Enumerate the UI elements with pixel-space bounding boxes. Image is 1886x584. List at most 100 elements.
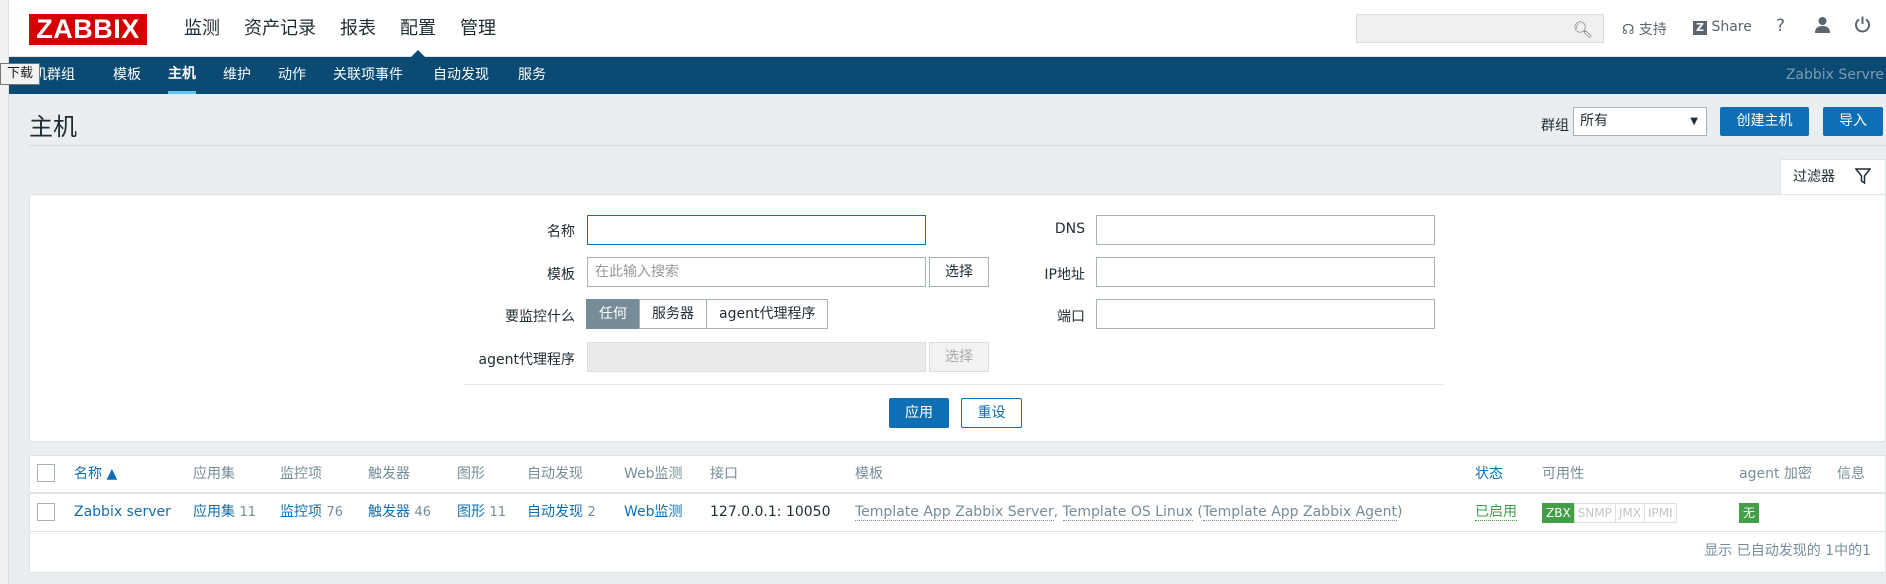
filter-tab-label: 过滤器 <box>1793 169 1835 185</box>
items-link[interactable]: 监控项 <box>280 504 322 520</box>
template-select-button[interactable]: 选择 <box>929 257 989 287</box>
monitor-what-toggle: 任何 服务器 agent代理程序 <box>586 299 829 329</box>
col-header-availability: 可用性 <box>1542 466 1584 482</box>
sub-menu-hosts[interactable]: 主机 <box>168 57 196 94</box>
group-label: 群组 <box>1541 118 1569 134</box>
col-header-apps: 应用集 <box>193 466 235 482</box>
availability-badges: ZBX SNMP JMX IPMI <box>1542 503 1677 523</box>
badge-snmp: SNMP <box>1573 503 1616 523</box>
logout-icon[interactable] <box>1854 16 1871 38</box>
group-select-value: 所有 <box>1580 113 1608 129</box>
support-label: 支持 <box>1638 22 1667 38</box>
row-divider <box>30 531 1885 532</box>
search-icon[interactable]: 🔍︎ <box>1573 20 1593 39</box>
proxy-select-button: 选择 <box>929 342 989 372</box>
main-menu-inventory[interactable]: 资产记录 <box>232 0 328 57</box>
triggers-link[interactable]: 触发器 <box>368 504 410 520</box>
monitor-option-proxy[interactable]: agent代理程序 <box>706 299 829 329</box>
filter-divider <box>464 384 1444 385</box>
port-label: 端口 <box>1057 309 1085 325</box>
support-link[interactable]: ☊ 支持 <box>1622 19 1667 39</box>
filter-panel <box>29 194 1886 442</box>
discovery-link[interactable]: 自动发现 <box>527 504 583 520</box>
col-header-templates: 模板 <box>855 466 883 482</box>
monitor-option-any[interactable]: 任何 <box>586 299 640 329</box>
monitor-option-server[interactable]: 服务器 <box>639 299 707 329</box>
discovery-cell: 自动发现 2 <box>527 494 596 531</box>
status-enabled-link[interactable]: 已启用 <box>1475 504 1517 521</box>
templates-cell: Template App Zabbix Server, Template OS … <box>855 494 1402 531</box>
encryption-badge: 无 <box>1739 503 1760 523</box>
triggers-cell: 触发器 46 <box>368 494 431 531</box>
share-link[interactable]: Z Share <box>1693 19 1752 35</box>
col-header-graphs: 图形 <box>457 466 485 482</box>
sub-menu-services[interactable]: 服务 <box>518 57 546 94</box>
port-input[interactable] <box>1096 299 1435 329</box>
ip-input[interactable] <box>1096 257 1435 287</box>
sub-menu-maintenance[interactable]: 维护 <box>223 57 251 94</box>
name-input[interactable] <box>587 215 926 245</box>
monitor-what-label: 要监控什么 <box>505 309 575 325</box>
template-link-os-linux[interactable]: Template OS Linux <box>1062 504 1193 521</box>
sub-menu-discovery[interactable]: 自动发现 <box>433 57 489 94</box>
hosts-table: 名称 ▲ 应用集 监控项 触发器 图形 自动发现 Web监测 接口 模板 状态 … <box>29 455 1886 573</box>
server-name: Zabbix Servre <box>1785 67 1884 83</box>
badge-jmx: JMX <box>1614 503 1645 523</box>
col-header-name[interactable]: 名称 ▲ <box>74 456 117 492</box>
download-tooltip: 下载 <box>0 63 40 85</box>
triggers-count: 46 <box>414 505 431 520</box>
dns-input[interactable] <box>1096 215 1435 245</box>
apps-cell: 应用集 11 <box>193 494 256 531</box>
select-all-checkbox[interactable] <box>37 464 55 482</box>
col-header-discovery: 自动发现 <box>527 466 583 482</box>
template-separator: , <box>1053 504 1063 520</box>
apps-link[interactable]: 应用集 <box>193 504 235 520</box>
template-search-input[interactable]: 在此输入搜索 <box>587 257 926 287</box>
top-header: ZABBIX 监测 资产记录 报表 配置 管理 🔍︎ ☊ 支持 Z Share … <box>0 0 1886 58</box>
ip-label: IP地址 <box>1044 267 1085 283</box>
interface-cell: 127.0.0.1: 10050 <box>710 504 831 520</box>
share-label: Share <box>1711 19 1752 35</box>
graphs-link[interactable]: 图形 <box>457 504 485 520</box>
table-footer-count: 显示 已自动发现的 1中的1 <box>1704 543 1871 559</box>
reset-button[interactable]: 重设 <box>961 398 1022 428</box>
status-cell: 已启用 <box>1475 494 1517 531</box>
graphs-cell: 图形 11 <box>457 494 506 531</box>
template-link-agent[interactable]: Template App Zabbix Agent <box>1202 504 1398 521</box>
badge-ipmi: IPMI <box>1644 503 1677 523</box>
badge-zbx: ZBX <box>1542 503 1575 523</box>
group-select[interactable]: 所有 ▼ <box>1573 107 1707 136</box>
proxy-input <box>587 342 926 372</box>
template-label: 模板 <box>547 267 575 283</box>
main-menu-configuration[interactable]: 配置 <box>388 0 448 58</box>
sub-menu-templates[interactable]: 模板 <box>113 57 141 94</box>
apply-button[interactable]: 应用 <box>889 398 949 428</box>
main-menu-monitoring[interactable]: 监测 <box>172 0 232 57</box>
main-menu-administration[interactable]: 管理 <box>448 0 508 57</box>
proxy-label: agent代理程序 <box>478 352 575 368</box>
template-link-server[interactable]: Template App Zabbix Server <box>855 504 1054 521</box>
col-header-status[interactable]: 状态 <box>1475 456 1503 492</box>
dns-label: DNS <box>1054 221 1085 237</box>
import-button[interactable]: 导入 <box>1823 107 1883 136</box>
main-menu-reports[interactable]: 报表 <box>328 0 388 57</box>
col-header-triggers: 触发器 <box>368 466 410 482</box>
apps-count: 11 <box>239 505 256 520</box>
col-header-items: 监控项 <box>280 466 322 482</box>
share-icon: Z <box>1693 21 1707 35</box>
user-profile-icon[interactable] <box>1814 16 1831 38</box>
search-input[interactable]: 🔍︎ <box>1356 14 1604 43</box>
create-host-button[interactable]: 创建主机 <box>1720 107 1809 136</box>
sub-menu-event-correlation[interactable]: 关联项事件 <box>333 57 403 94</box>
discovery-count: 2 <box>587 505 596 520</box>
sub-menu-actions[interactable]: 动作 <box>278 57 306 94</box>
filter-tab[interactable]: 过滤器 <box>1780 159 1886 194</box>
sub-menu: 机群组 模板 主机 维护 动作 关联项事件 自动发现 服务 Zabbix Ser… <box>0 57 1886 94</box>
row-checkbox[interactable] <box>37 503 55 521</box>
web-link[interactable]: Web监测 <box>624 504 683 520</box>
header-divider <box>29 145 1886 146</box>
help-icon[interactable]: ? <box>1776 16 1785 36</box>
zabbix-logo[interactable]: ZABBIX <box>29 14 147 45</box>
items-count: 76 <box>326 505 343 520</box>
host-name-link[interactable]: Zabbix server <box>74 504 171 520</box>
